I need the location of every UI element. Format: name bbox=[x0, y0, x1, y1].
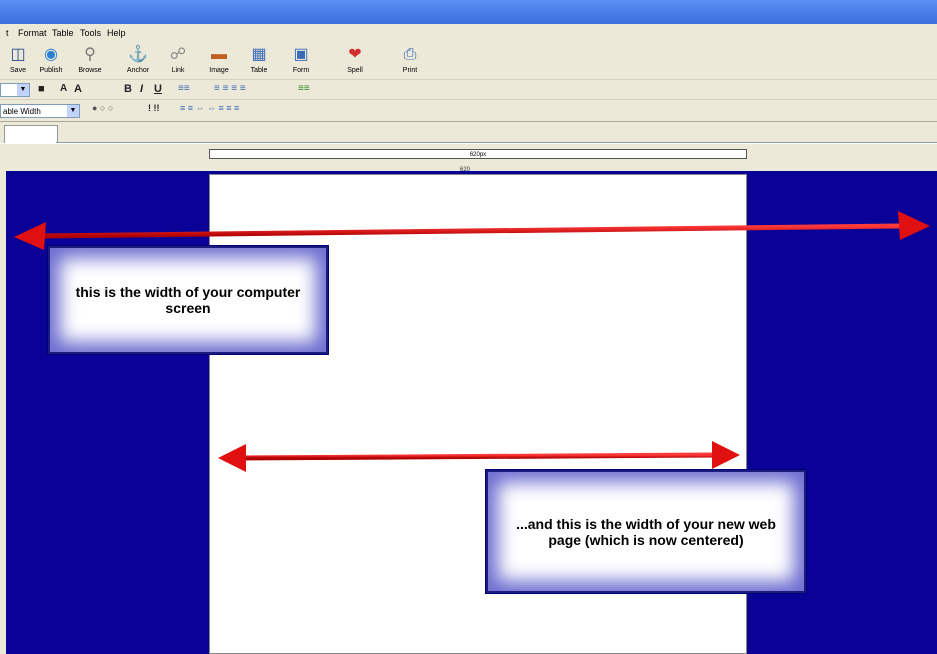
page-width-arrow bbox=[218, 441, 740, 472]
screen-width-callout: this is the width of your computer scree… bbox=[48, 246, 328, 354]
screen-width-arrow bbox=[14, 211, 930, 250]
page-width-callout: ...and this is the width of your new web… bbox=[486, 470, 806, 593]
